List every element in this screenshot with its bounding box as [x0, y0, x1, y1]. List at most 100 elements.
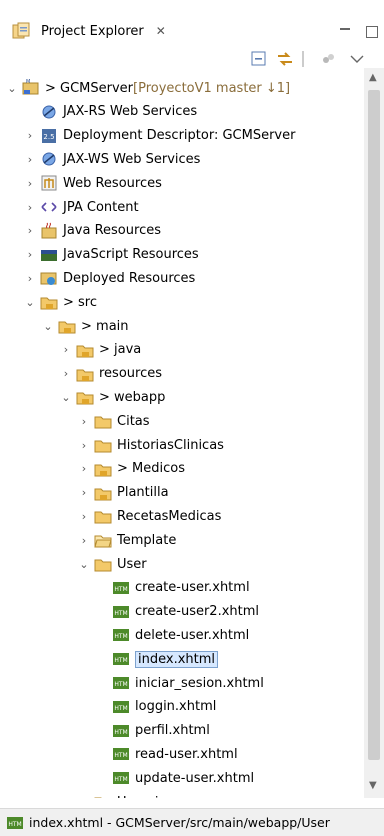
chevron-right-icon[interactable]: ›	[78, 439, 90, 452]
xhtml-file-icon: HTM	[112, 626, 130, 644]
chevron-down-icon[interactable]: ⌄	[60, 391, 72, 404]
svg-text:HTM: HTM	[114, 657, 127, 664]
chevron-right-icon[interactable]: ›	[78, 462, 90, 475]
chevron-right-icon[interactable]: ›	[24, 177, 36, 190]
tab-project-explorer[interactable]: Project Explorer ✕	[6, 18, 172, 44]
chevron-down-icon[interactable]: ⌄	[78, 558, 90, 571]
folder-git-icon	[76, 365, 94, 383]
filters-icon[interactable]	[320, 50, 338, 68]
tree-item[interactable]: › JAX-WS Web Services	[24, 147, 201, 171]
tree-item[interactable]: › Template	[78, 528, 176, 552]
chevron-down-icon[interactable]: ⌄	[42, 320, 54, 333]
tree-item[interactable]: ⌄ M > GCMServer [ProyectoV1 master ↓1]	[6, 76, 290, 100]
tree-item[interactable]: › Plantilla	[78, 481, 169, 505]
tree-item[interactable]: › HistoriasClinicas	[78, 433, 224, 457]
xhtml-file-icon: HTM	[112, 722, 130, 740]
folder-git-icon	[76, 388, 94, 406]
chevron-right-icon[interactable]: ›	[78, 796, 90, 799]
java-resources-icon	[40, 222, 58, 240]
chevron-right-icon[interactable]: ›	[78, 534, 90, 547]
folder-open-icon	[94, 531, 112, 549]
tree-item[interactable]: HTM create-user.xhtml	[96, 576, 250, 600]
chevron-right-icon[interactable]: ›	[24, 129, 36, 142]
view-menu-chevron-down-icon[interactable]	[348, 50, 366, 68]
tree-item[interactable]: HTM iniciar_sesion.xhtml	[96, 671, 264, 695]
tree-item[interactable]: HTM index.xhtml	[96, 647, 219, 671]
tree-item[interactable]: ⌄ User	[78, 552, 147, 576]
webservice-icon	[40, 150, 58, 168]
tree-item-label: RecetasMedicas	[117, 508, 222, 524]
webresource-icon	[40, 174, 58, 192]
tree-item[interactable]: ⌄ > webapp	[60, 385, 165, 409]
tree-item[interactable]: › 2.5 Deployment Descriptor: GCMServer	[24, 124, 296, 148]
close-icon[interactable]: ✕	[156, 24, 166, 38]
chevron-right-icon[interactable]: ›	[78, 415, 90, 428]
chevron-right-icon[interactable]: ›	[24, 224, 36, 237]
tree-item[interactable]: › > Medicos	[78, 457, 185, 481]
svg-text:M: M	[26, 79, 30, 85]
view-tab-bar: Project Explorer ✕	[0, 0, 384, 44]
xhtml-file-icon: HTM	[112, 769, 130, 787]
tree-item[interactable]: › JavaScript Resources	[24, 243, 199, 267]
chevron-right-icon[interactable]: ›	[24, 153, 36, 166]
chevron-right-icon[interactable]: ›	[24, 248, 36, 261]
svg-text:HTM: HTM	[114, 633, 127, 640]
tree-item[interactable]: HTM perfil.xhtml	[96, 719, 210, 743]
tree-item-label: Java Resources	[63, 223, 161, 239]
tree-item[interactable]: › Deployed Resources	[24, 266, 196, 290]
minimize-icon[interactable]	[340, 26, 352, 38]
chevron-right-icon[interactable]: ›	[60, 367, 72, 380]
chevron-down-icon[interactable]: ⌄	[24, 296, 36, 309]
xhtml-file-icon: HTM	[112, 674, 130, 692]
xhtml-file-icon: HTM	[112, 698, 130, 716]
svg-text:HTM: HTM	[114, 610, 127, 617]
tree-item[interactable]: › JPA Content	[24, 195, 139, 219]
chevron-right-icon[interactable]: ›	[60, 343, 72, 356]
svg-text:HTM: HTM	[114, 586, 127, 593]
tree-item[interactable]: JAX-RS Web Services	[24, 100, 197, 124]
project-tree: ⌄ M > GCMServer [ProyectoV1 master ↓1] JAX-…	[0, 68, 364, 798]
chevron-right-icon[interactable]: ›	[78, 486, 90, 499]
link-with-editor-icon[interactable]	[276, 50, 294, 68]
tree-item[interactable]: HTM read-user.xhtml	[96, 742, 238, 766]
git-decoration: [ProyectoV1 master ↓1]	[133, 80, 291, 96]
scroll-down-icon[interactable]: ▼	[369, 780, 377, 791]
status-path: index.xhtml - GCMServer/src/main/webapp/…	[29, 815, 330, 830]
folder-icon	[94, 412, 112, 430]
xhtml-file-icon: HTM	[112, 650, 130, 668]
folder-icon	[94, 436, 112, 454]
chevron-right-icon[interactable]: ›	[24, 201, 36, 214]
tree-item[interactable]: › Usuarios	[78, 790, 173, 798]
folder-icon	[94, 793, 112, 798]
chevron-down-icon[interactable]: ⌄	[6, 82, 18, 95]
tree-item-label: > java	[99, 342, 142, 358]
tree-item[interactable]: › Citas	[78, 409, 150, 433]
chevron-right-icon[interactable]: ›	[24, 272, 36, 285]
vertical-scrollbar[interactable]: ▲ ▼	[364, 68, 384, 798]
chevron-right-icon[interactable]: ›	[78, 510, 90, 523]
tree-item[interactable]: › resources	[60, 362, 162, 386]
tree-item[interactable]: HTM delete-user.xhtml	[96, 623, 249, 647]
folder-git-icon	[58, 317, 76, 335]
tab-title: Project Explorer	[41, 23, 144, 39]
tree-item[interactable]: › Java Resources	[24, 219, 161, 243]
tree-item[interactable]: ⌄ > main	[42, 314, 129, 338]
tree-item[interactable]: › > java	[60, 338, 141, 362]
xhtml-file-icon: HTM	[112, 745, 130, 763]
tree-item[interactable]: HTM update-user.xhtml	[96, 766, 254, 790]
tree-item[interactable]: HTM loggin.xhtml	[96, 695, 216, 719]
folder-git-icon	[94, 484, 112, 502]
tree-item[interactable]: HTM create-user2.xhtml	[96, 600, 259, 624]
maximize-icon[interactable]	[366, 26, 378, 38]
tree-item[interactable]: ⌄ > src	[24, 290, 97, 314]
scrollbar-thumb[interactable]	[368, 90, 380, 760]
tree-item[interactable]: › Web Resources	[24, 171, 162, 195]
collapse-all-icon[interactable]	[250, 50, 268, 68]
scroll-up-icon[interactable]: ▲	[369, 72, 377, 83]
tree-item[interactable]: › RecetasMedicas	[78, 504, 221, 528]
tree-item-label: JavaScript Resources	[63, 247, 199, 263]
